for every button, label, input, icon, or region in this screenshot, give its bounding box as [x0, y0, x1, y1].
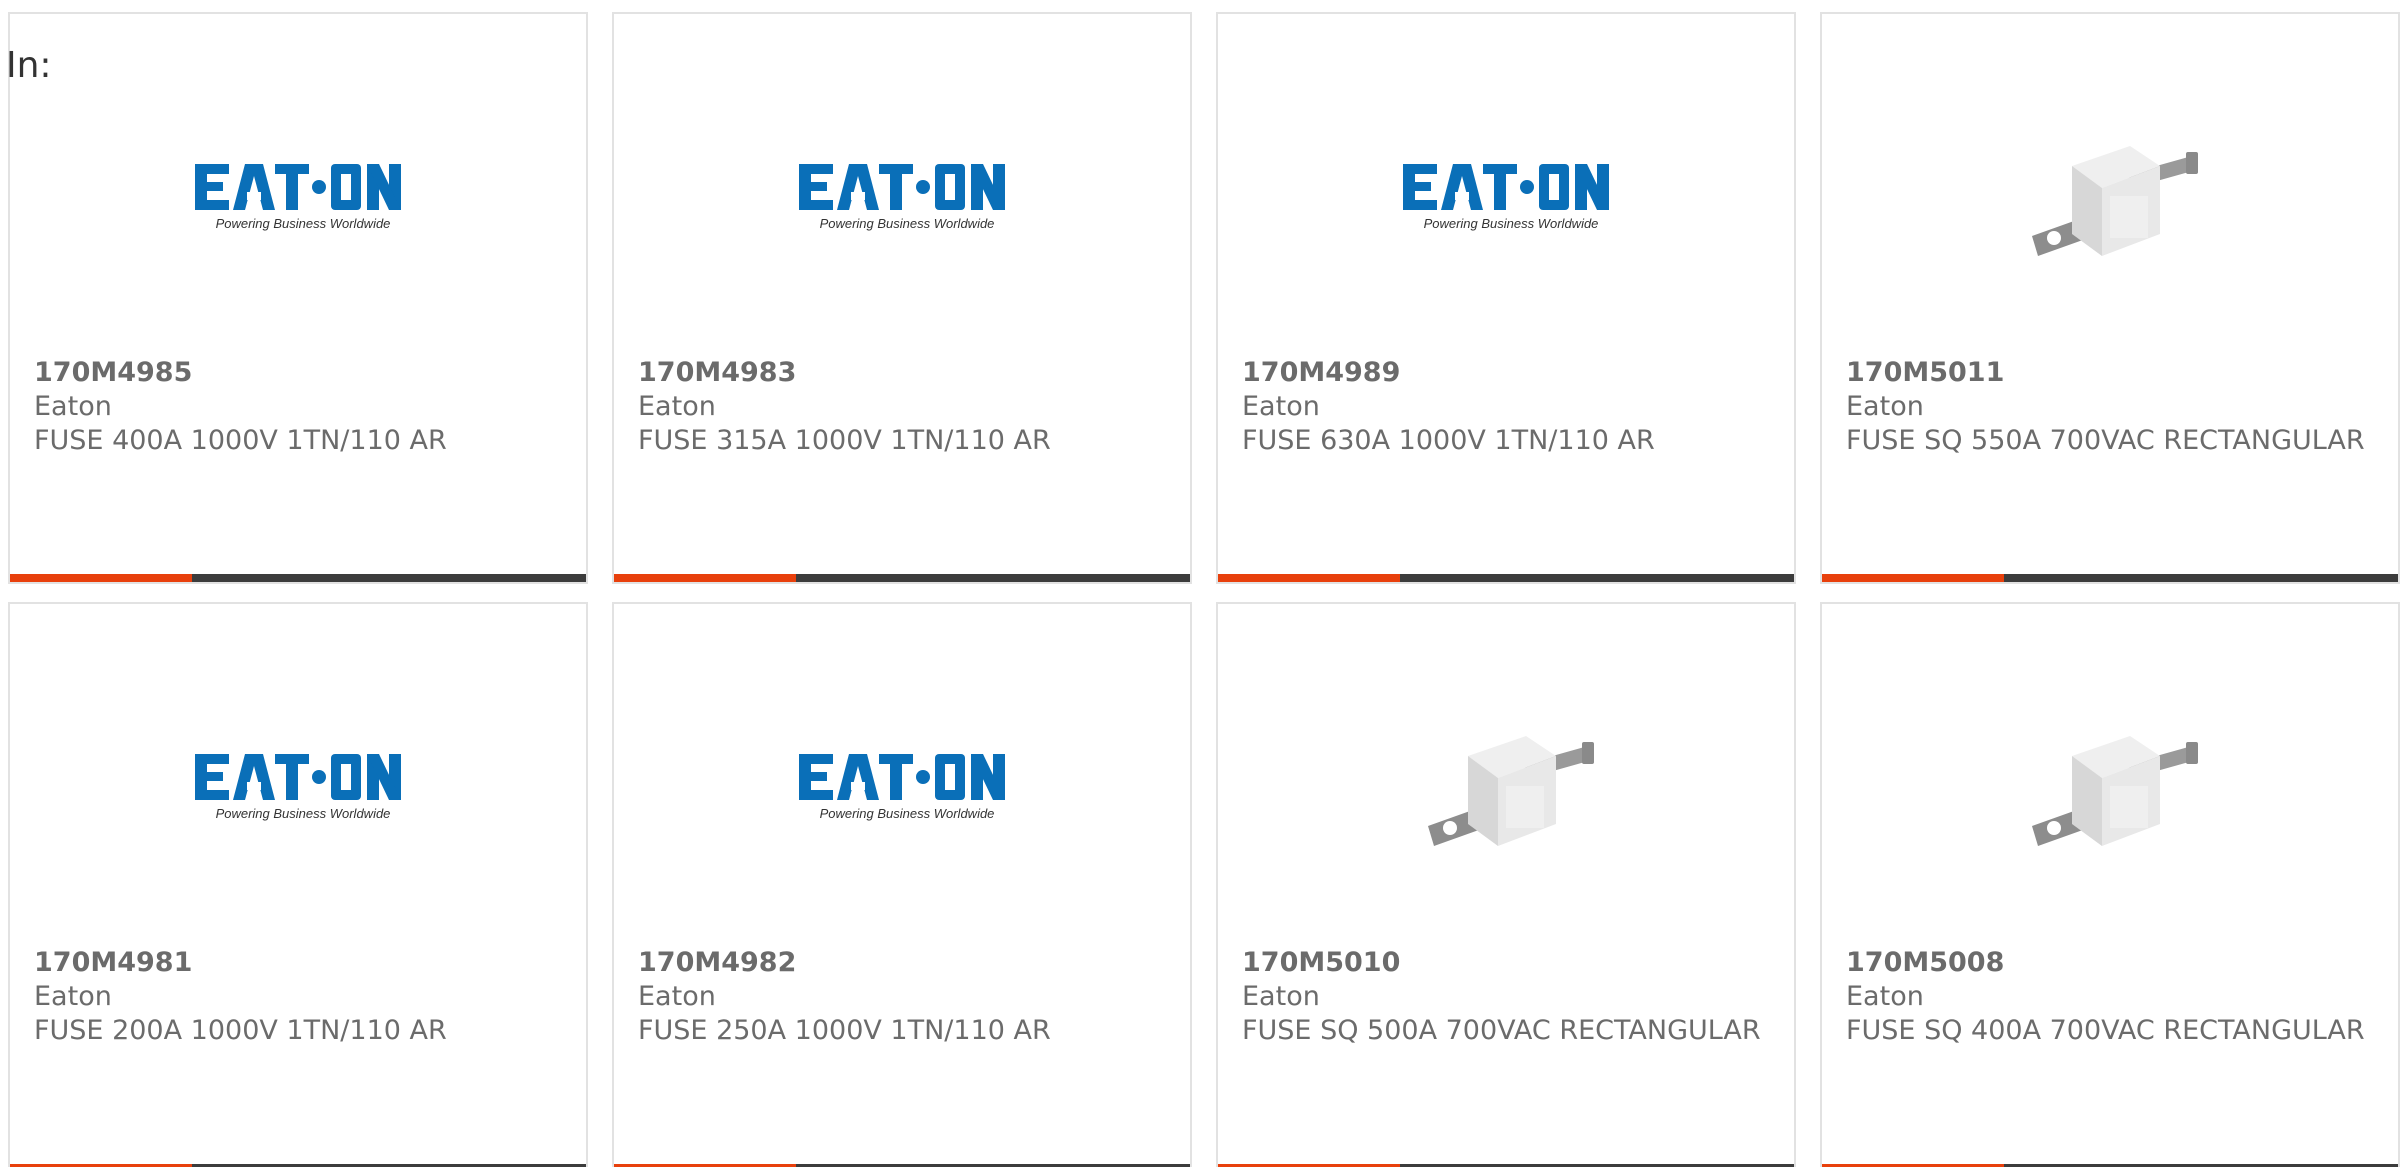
product-info: 170M4985 Eaton FUSE 400A 1000V 1TN/110 AR: [34, 356, 562, 458]
product-image[interactable]: Powering Business Worldwide: [614, 76, 1190, 316]
part-number[interactable]: 170M4989: [1242, 356, 1770, 390]
product-description: FUSE 400A 1000V 1TN/110 AR: [34, 425, 447, 456]
product-card[interactable]: Powering Business Worldwide 170M4983 Eato…: [612, 12, 1192, 584]
fuse-product-icon: [1406, 686, 1606, 886]
svg-text:Powering Business Worldwide: Powering Business Worldwide: [820, 216, 995, 231]
eaton-logo-icon: Powering Business Worldwide: [195, 754, 401, 821]
eaton-logo-icon: Powering Business Worldwide: [1403, 164, 1609, 231]
product-info: 170M4982 Eaton FUSE 250A 1000V 1TN/110 AR: [638, 946, 1166, 1048]
product-card[interactable]: 170M5010 Eaton FUSE SQ 500A 700VAC RECTANG…: [1216, 602, 1796, 1167]
product-card[interactable]: 170M5008 Eaton FUSE SQ 400A 700VAC RECTANG…: [1820, 602, 2400, 1167]
svg-text:Powering Business Worldwide: Powering Business Worldwide: [216, 806, 391, 821]
product-description: FUSE 630A 1000V 1TN/110 AR: [1242, 425, 1655, 456]
fuse-product-icon: [2010, 96, 2210, 296]
fuse-product-icon: [2010, 686, 2210, 886]
card-footer-accent: [614, 574, 796, 582]
brand-name: Eaton: [638, 981, 716, 1012]
card-footer-accent: [10, 574, 192, 582]
product-card[interactable]: Powering Business Worldwide 170M4981 Eato…: [8, 602, 588, 1167]
card-footer-bar: [1822, 574, 2398, 582]
card-footer-bar: [10, 574, 586, 582]
product-card[interactable]: Powering Business Worldwide 170M4989 Eato…: [1216, 12, 1796, 584]
part-number[interactable]: 170M4981: [34, 946, 562, 980]
product-image[interactable]: Powering Business Worldwide: [10, 76, 586, 316]
brand-name: Eaton: [1846, 981, 1924, 1012]
svg-text:Powering Business Worldwide: Powering Business Worldwide: [820, 806, 995, 821]
product-image[interactable]: Powering Business Worldwide: [1218, 76, 1794, 316]
part-number[interactable]: 170M5010: [1242, 946, 1770, 980]
product-info: 170M4989 Eaton FUSE 630A 1000V 1TN/110 AR: [1242, 356, 1770, 458]
brand-name: Eaton: [34, 391, 112, 422]
svg-text:Powering Business Worldwide: Powering Business Worldwide: [216, 216, 391, 231]
eaton-logo-icon: Powering Business Worldwide: [195, 164, 401, 231]
brand-name: Eaton: [638, 391, 716, 422]
product-description: FUSE 250A 1000V 1TN/110 AR: [638, 1015, 1051, 1046]
brand-name: Eaton: [34, 981, 112, 1012]
product-info: 170M5008 Eaton FUSE SQ 400A 700VAC RECTANG…: [1846, 946, 2374, 1048]
product-description: FUSE SQ 500A 700VAC RECTANGULAR: [1242, 1015, 1761, 1046]
product-description: FUSE SQ 550A 700VAC RECTANGULAR: [1846, 425, 2365, 456]
card-footer-bar: [1218, 574, 1794, 582]
card-footer-bar: [614, 574, 1190, 582]
eaton-logo-icon: Powering Business Worldwide: [799, 754, 1005, 821]
product-image[interactable]: [1822, 666, 2398, 906]
part-number[interactable]: 170M5011: [1846, 356, 2374, 390]
product-image[interactable]: [1218, 666, 1794, 906]
product-info: 170M4983 Eaton FUSE 315A 1000V 1TN/110 AR: [638, 356, 1166, 458]
card-footer-accent: [1822, 574, 2004, 582]
product-description: FUSE 315A 1000V 1TN/110 AR: [638, 425, 1051, 456]
product-image[interactable]: Powering Business Worldwide: [614, 666, 1190, 906]
part-number[interactable]: 170M4985: [34, 356, 562, 390]
brand-name: Eaton: [1242, 391, 1320, 422]
part-number[interactable]: 170M4983: [638, 356, 1166, 390]
product-card[interactable]: Powering Business Worldwide 170M4982 Eato…: [612, 602, 1192, 1167]
product-card[interactable]: Powering Business Worldwide 170M4985 Eato…: [8, 12, 588, 584]
eaton-logo-icon: Powering Business Worldwide: [799, 164, 1005, 231]
product-description: FUSE 200A 1000V 1TN/110 AR: [34, 1015, 447, 1046]
filter-label: In:: [6, 45, 52, 86]
product-description: FUSE SQ 400A 700VAC RECTANGULAR: [1846, 1015, 2365, 1046]
brand-name: Eaton: [1242, 981, 1320, 1012]
svg-text:Powering Business Worldwide: Powering Business Worldwide: [1424, 216, 1599, 231]
card-footer-accent: [1218, 574, 1400, 582]
product-card[interactable]: 170M5011 Eaton FUSE SQ 550A 700VAC RECTANG…: [1820, 12, 2400, 584]
product-image[interactable]: [1822, 76, 2398, 316]
product-info: 170M4981 Eaton FUSE 200A 1000V 1TN/110 AR: [34, 946, 562, 1048]
brand-name: Eaton: [1846, 391, 1924, 422]
product-info: 170M5010 Eaton FUSE SQ 500A 700VAC RECTANG…: [1242, 946, 1770, 1048]
part-number[interactable]: 170M5008: [1846, 946, 2374, 980]
product-image[interactable]: Powering Business Worldwide: [10, 666, 586, 906]
product-info: 170M5011 Eaton FUSE SQ 550A 700VAC RECTANG…: [1846, 356, 2374, 458]
part-number[interactable]: 170M4982: [638, 946, 1166, 980]
product-grid-page: In: Powering Business Worldwide 170M4985…: [0, 0, 2400, 1167]
